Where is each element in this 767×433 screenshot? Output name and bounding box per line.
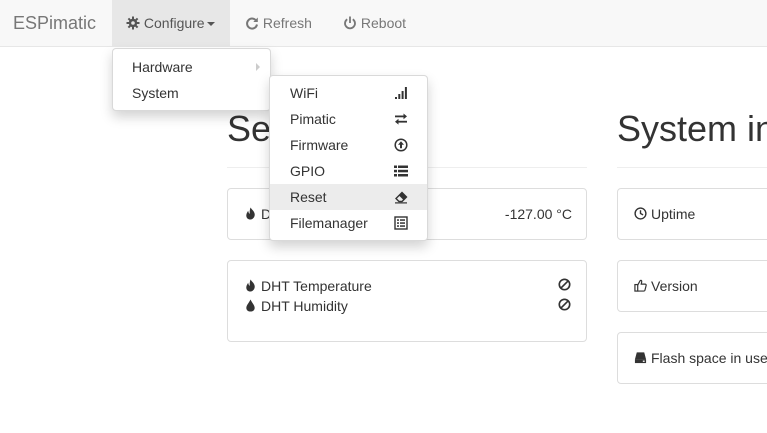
- info-panel-flash: Flash space in use: [617, 332, 767, 384]
- reboot-button[interactable]: Reboot: [343, 0, 406, 47]
- brand[interactable]: ESPimatic: [13, 13, 96, 34]
- signal-icon: [395, 87, 407, 99]
- divider: [617, 167, 767, 168]
- menu-item-label: Filemanager: [290, 215, 368, 231]
- refresh-label: Refresh: [262, 15, 312, 31]
- chevron-right-icon: [256, 63, 260, 71]
- chevron-down-icon: [206, 22, 215, 27]
- menu-item-filemanager[interactable]: Filemanager: [270, 210, 427, 236]
- gear-icon: [126, 16, 140, 30]
- menu-item-pimatic[interactable]: Pimatic: [270, 106, 427, 132]
- sensor-value: -127.00 °C: [504, 206, 572, 222]
- configure-menu-button[interactable]: Configure: [112, 0, 230, 47]
- file-list-icon: [394, 216, 408, 230]
- sensor-label: DHT Temperature: [261, 278, 372, 294]
- info-panel-version: Version: [617, 260, 767, 312]
- menu-item-firmware[interactable]: Firmware: [270, 132, 427, 158]
- sensor-label: DHT Humidity: [261, 298, 348, 314]
- sensor-panel: DHT Temperature DHT Humidity: [227, 260, 587, 342]
- menu-item-gpio[interactable]: GPIO: [270, 158, 427, 184]
- fire-icon: [246, 207, 255, 220]
- eraser-icon: [395, 191, 408, 204]
- fire-icon: [246, 279, 255, 292]
- system-info-heading: System in: [617, 108, 767, 149]
- navbar: ESPimatic Configure Refresh Reboot: [0, 0, 767, 47]
- system-submenu: WiFi Pimatic Firmware GPIO Reset Fileman…: [269, 75, 428, 241]
- info-label: Version: [651, 278, 698, 294]
- upload-icon: [394, 138, 408, 152]
- menu-item-hardware[interactable]: Hardware: [113, 54, 270, 80]
- menu-item-reset[interactable]: Reset: [270, 184, 427, 210]
- menu-item-wifi[interactable]: WiFi: [270, 80, 427, 106]
- reboot-label: Reboot: [360, 15, 407, 31]
- menu-item-label: Reset: [290, 189, 327, 205]
- exchange-icon: [395, 113, 407, 125]
- power-icon: [344, 16, 356, 30]
- list-icon: [394, 165, 408, 177]
- configure-dropdown: Hardware System: [112, 48, 271, 111]
- sensors-heading: Se: [227, 108, 272, 149]
- menu-item-label: GPIO: [290, 163, 326, 179]
- menu-item-label: Hardware: [132, 59, 193, 75]
- info-panel-uptime: Uptime: [617, 188, 767, 240]
- menu-item-label: WiFi: [290, 85, 318, 101]
- refresh-icon: [246, 17, 258, 30]
- ban-icon: [558, 278, 571, 291]
- thumbs-up-icon: [634, 279, 647, 292]
- configure-label: Configure: [143, 15, 205, 31]
- menu-item-label: Pimatic: [290, 111, 336, 127]
- clock-icon: [634, 207, 647, 220]
- menu-item-label: Firmware: [290, 137, 349, 153]
- info-label: Flash space in use: [651, 350, 767, 366]
- info-label: Uptime: [651, 206, 696, 222]
- ban-icon: [558, 298, 571, 311]
- menu-item-system[interactable]: System: [113, 80, 270, 106]
- refresh-button[interactable]: Refresh: [245, 0, 312, 47]
- water-drop-icon: [246, 299, 255, 312]
- hard-drive-icon: [634, 352, 647, 364]
- menu-item-label: System: [132, 85, 179, 101]
